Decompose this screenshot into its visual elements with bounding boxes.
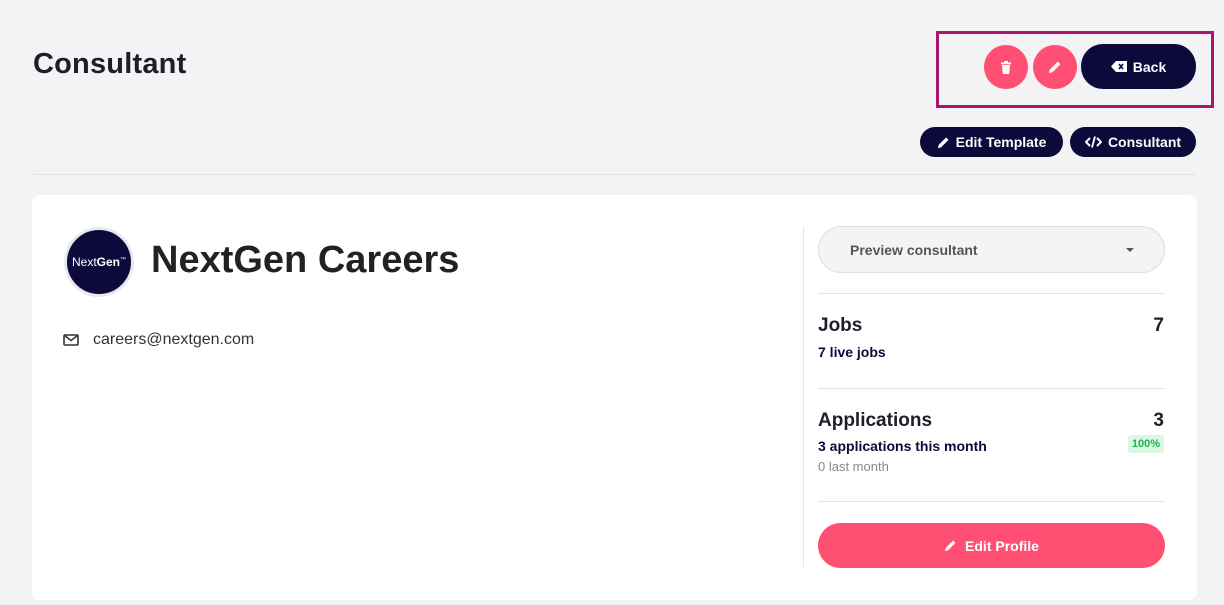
pencil-icon [944,540,956,552]
growth-badge: 100% [1127,435,1164,453]
jobs-count: 7 [1153,315,1164,336]
applications-month-link[interactable]: 3 applications this month [818,438,987,454]
email-row: careers@nextgen.com [63,331,254,349]
pencil-icon [1049,61,1061,73]
consultant-label: Consultant [1107,134,1182,150]
code-icon [1084,136,1102,148]
jobs-live-link[interactable]: 7 live jobs [818,344,886,360]
delete-button[interactable] [984,45,1028,89]
applications-title: Applications [818,410,933,431]
preview-consultant-select[interactable]: Preview consultant [818,226,1165,273]
page-title: Consultant [33,48,187,80]
trash-icon [1001,60,1011,74]
backspace-icon [1110,61,1127,72]
applications-count: 3 [1153,410,1164,431]
edit-template-button[interactable]: Edit Template [920,127,1063,157]
company-name: NextGen Careers [151,239,460,281]
envelope-icon [63,334,79,346]
preview-select-value: Preview consultant [850,241,978,258]
edit-button[interactable] [1033,45,1077,89]
edit-profile-label: Edit Profile [965,537,1039,554]
avatar: NextGen™ [64,227,134,297]
consultant-code-button[interactable]: Consultant [1070,127,1196,157]
divider [818,501,1165,502]
applications-last-month: 0 last month [818,459,889,474]
avatar-logo-text: NextGen™ [71,255,127,269]
edit-profile-button[interactable]: Edit Profile [818,523,1165,568]
jobs-title: Jobs [818,315,863,336]
header-divider [33,174,1196,175]
vertical-divider [803,227,804,567]
divider [818,388,1165,389]
back-label: Back [1132,58,1167,75]
edit-template-label: Edit Template [955,134,1047,150]
consultant-card: NextGen™ NextGen Careers careers@nextgen… [32,195,1197,600]
email-link[interactable]: careers@nextgen.com [93,331,254,349]
back-button[interactable]: Back [1081,44,1196,89]
divider [818,293,1165,294]
caret-down-icon [1126,247,1134,252]
pencil-icon [937,136,949,148]
